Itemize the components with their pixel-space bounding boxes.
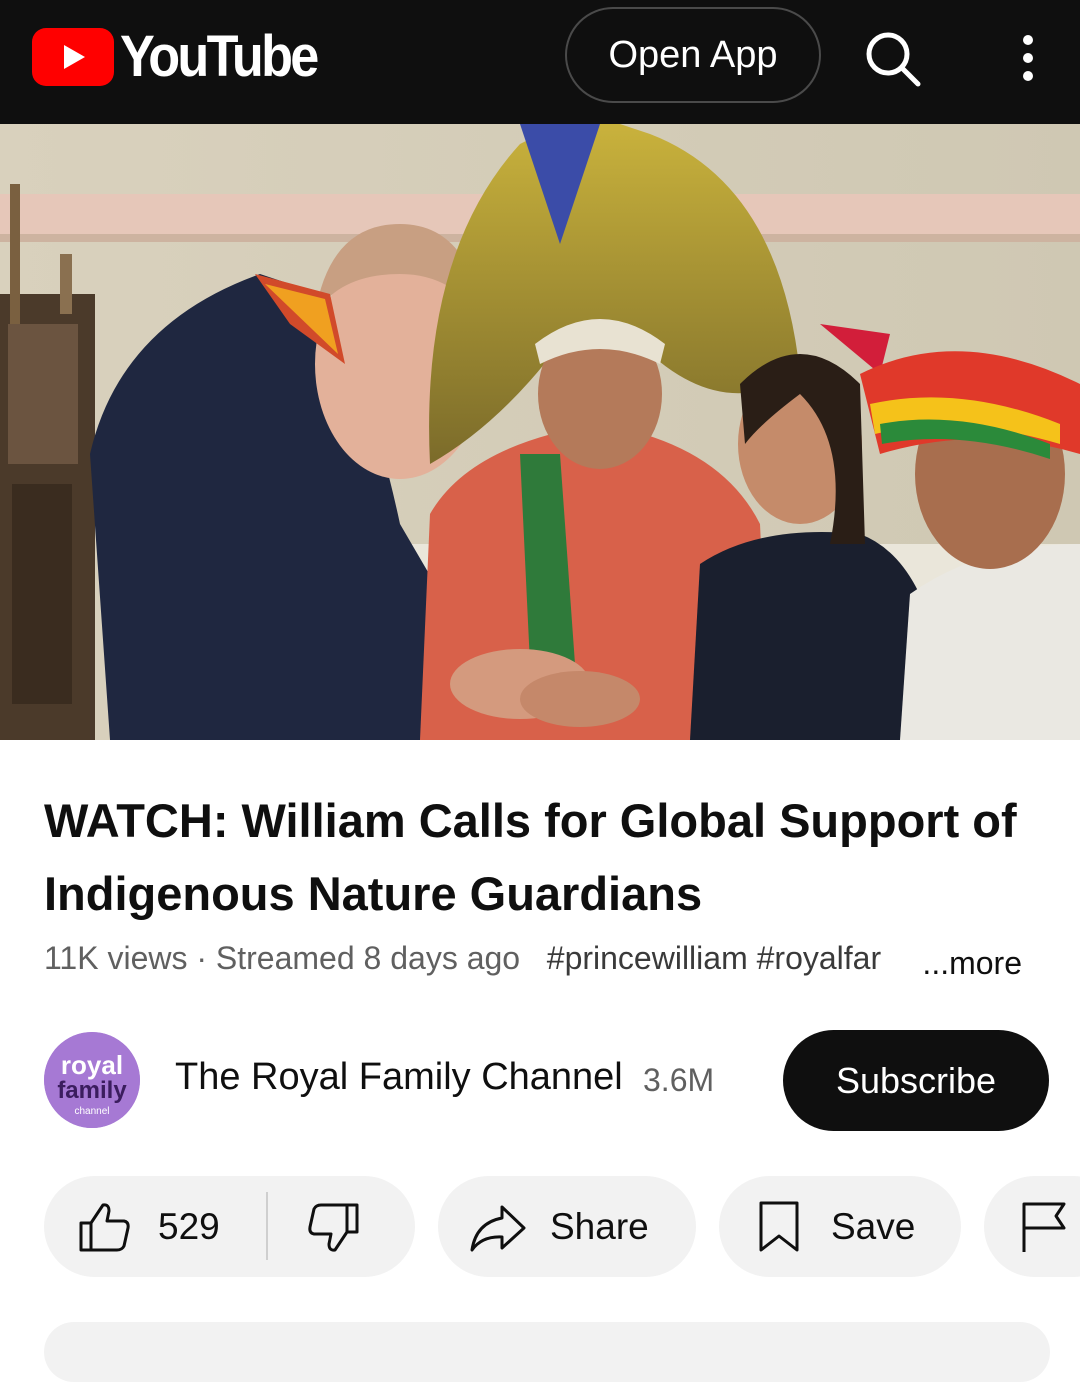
like-dislike-pill: 529	[44, 1176, 415, 1277]
thumbs-up-icon[interactable]	[78, 1201, 132, 1253]
subscriber-count: 3.6M	[643, 1062, 715, 1098]
youtube-logo[interactable]: YouTube	[32, 28, 338, 86]
channel-avatar[interactable]: royal family channel	[44, 1032, 140, 1128]
avatar-text-channel: channel	[74, 1106, 109, 1117]
avatar-text-family: family	[57, 1077, 127, 1104]
like-divider	[266, 1192, 268, 1260]
video-frame	[0, 124, 1080, 740]
stream-date: Streamed 8 days ago	[215, 940, 521, 976]
more-vert-icon[interactable]	[1008, 30, 1048, 86]
video-metadata[interactable]: 11K views · Streamed 8 days ago #princew…	[44, 940, 1054, 986]
avatar-text-royal: royal	[61, 1050, 123, 1080]
subscribe-button[interactable]: Subscribe	[783, 1030, 1049, 1131]
thumbs-down-icon[interactable]	[306, 1202, 360, 1254]
search-icon[interactable]	[862, 28, 922, 88]
view-count: 11K views	[44, 940, 188, 976]
video-title[interactable]: WATCH: William Calls for Global Support …	[44, 784, 1044, 930]
description-more-link[interactable]: ...more	[916, 940, 1022, 986]
save-label: Save	[831, 1206, 916, 1247]
royal-family-logo: royal family channel	[44, 1032, 140, 1128]
share-button[interactable]: Share	[438, 1176, 696, 1277]
like-count[interactable]: 529	[158, 1176, 220, 1277]
youtube-wordmark: YouTube	[120, 24, 319, 89]
share-label: Share	[550, 1206, 649, 1247]
flag-icon	[1022, 1202, 1066, 1252]
meta-separator: ·	[187, 940, 216, 976]
report-button[interactable]	[984, 1176, 1080, 1277]
youtube-play-icon	[32, 28, 114, 86]
channel-name[interactable]: The Royal Family Channel	[175, 1056, 623, 1099]
top-app-bar: YouTube Open App	[0, 0, 1080, 124]
bookmark-icon	[759, 1201, 799, 1252]
video-player[interactable]	[0, 124, 1080, 740]
share-arrow-icon	[470, 1205, 526, 1252]
open-app-button[interactable]: Open App	[565, 7, 821, 103]
hashtags[interactable]: #princewilliam #royalfar	[547, 940, 881, 976]
save-button[interactable]: Save	[719, 1176, 961, 1277]
comments-preview-card[interactable]	[44, 1322, 1050, 1382]
